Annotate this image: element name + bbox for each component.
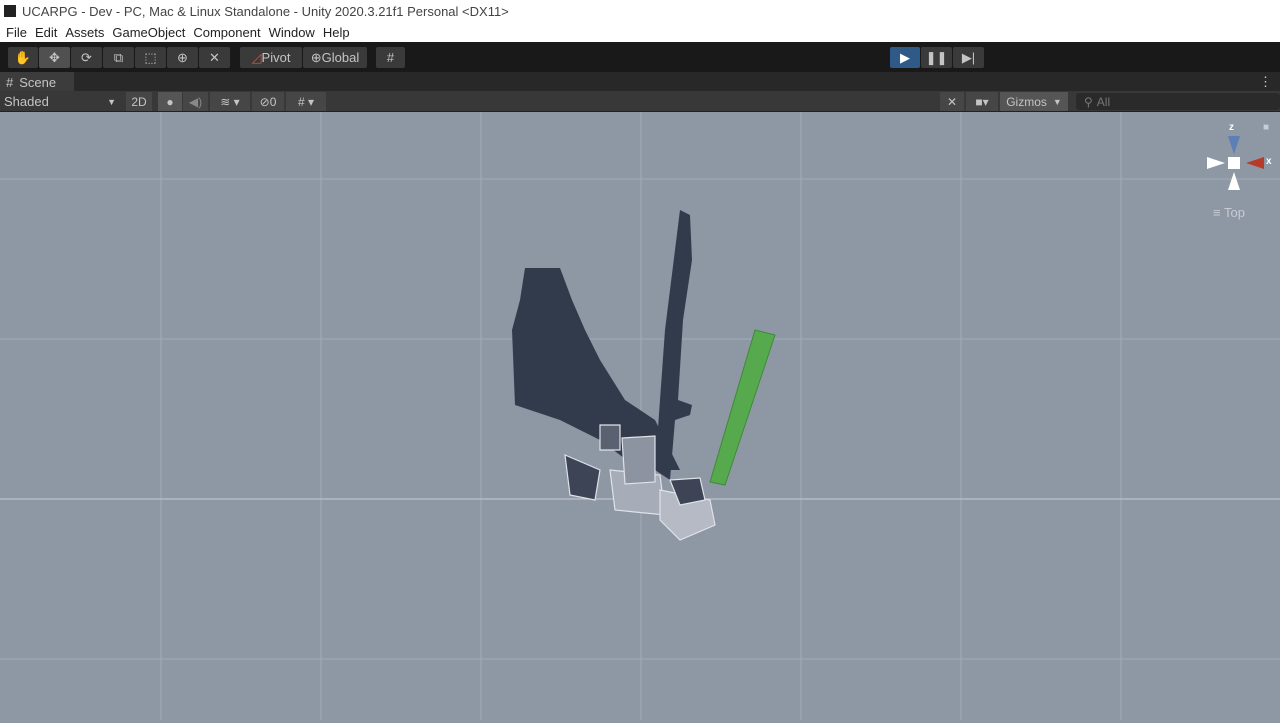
menu-edit[interactable]: Edit	[31, 25, 61, 40]
menu-file[interactable]: File	[2, 25, 31, 40]
eye-hidden-icon: ⊘	[259, 94, 270, 109]
scale-tool-button[interactable]: ⧉	[103, 47, 134, 68]
lightbulb-icon: ●	[166, 94, 174, 109]
character-mesh	[564, 424, 716, 541]
hidden-objects-toggle[interactable]: ⊘ 0	[252, 92, 284, 111]
scene-tab-label: Scene	[19, 74, 57, 90]
gizmo-x-label: x	[1266, 156, 1272, 167]
pause-button[interactable]: ❚❚	[921, 47, 952, 68]
lock-icon[interactable]: ■	[1263, 122, 1269, 133]
view-name: Top	[1223, 205, 1245, 220]
transform-icon: ⊕	[177, 49, 188, 65]
scene-canvas	[0, 112, 1280, 720]
transform-tool-button[interactable]: ⊕	[167, 47, 198, 68]
menu-component[interactable]: Component	[189, 25, 264, 40]
grid-icon: # ▾	[297, 94, 315, 109]
shading-dropdown[interactable]: Shaded ▼	[0, 92, 120, 111]
search-placeholder: All	[1096, 94, 1111, 109]
gizmo-z-label: z	[1229, 122, 1234, 133]
main-toolbar: ✋ ✥ ⟳ ⧉ ⬚ ⊕ ✕ ◿ Pivot ⊕ Global # ▶ ❚❚ ▶|	[0, 42, 1280, 72]
menu-help[interactable]: Help	[319, 25, 354, 40]
neg-z-cone[interactable]	[1228, 172, 1240, 190]
sword-blade	[709, 329, 776, 486]
effects-dropdown[interactable]: ≋ ▾	[210, 92, 250, 111]
step-icon: ▶|	[961, 49, 976, 65]
unity-logo-icon	[4, 5, 16, 17]
menu-gameobject[interactable]: GameObject	[108, 25, 189, 40]
menu-assets[interactable]: Assets	[61, 25, 108, 40]
play-icon: ▶	[900, 49, 910, 65]
view-label[interactable]: ≡ Top	[1213, 205, 1245, 220]
menu-bar: File Edit Assets GameObject Component Wi…	[0, 22, 1280, 42]
hand-icon: ✋	[14, 49, 32, 65]
pivot-button[interactable]: ◿ Pivot	[240, 47, 302, 68]
globe-icon: ⊕	[310, 49, 322, 65]
orientation-gizmo[interactable]: z ■ x ≡ Top	[1200, 120, 1280, 220]
z-axis-cone[interactable]	[1228, 136, 1240, 154]
scale-icon: ⧉	[113, 49, 124, 65]
rotate-icon: ⟳	[81, 49, 92, 65]
more-options-icon[interactable]: ⋮	[1259, 74, 1272, 90]
scene-toolbar: Shaded ▼ 2D ● ◀) ≋ ▾ ⊘ 0 # ▾ ✕ ■▾ Gizmos ▼ …	[0, 91, 1280, 112]
search-input[interactable]: ⚲ All	[1076, 93, 1280, 110]
move-tool-button[interactable]: ✥	[39, 47, 70, 68]
2d-toggle[interactable]: 2D	[126, 92, 152, 111]
chevron-down-icon: ▼	[1052, 96, 1062, 107]
title-bar: UCARPG - Dev - PC, Mac & Linux Standalon…	[0, 0, 1280, 22]
hidden-count: 0	[269, 94, 277, 109]
pause-icon: ❚❚	[925, 49, 948, 65]
tab-scene[interactable]: # Scene	[0, 72, 74, 92]
tools-icon: ✕	[946, 94, 958, 109]
pivot-icon: ◿	[251, 49, 262, 65]
global-button[interactable]: ⊕ Global	[303, 47, 367, 68]
search-icon: ⚲	[1084, 94, 1093, 109]
rect-icon: ⬚	[144, 49, 157, 65]
custom-tool-button[interactable]: ✕	[199, 47, 230, 68]
rect-tool-button[interactable]: ⬚	[135, 47, 166, 68]
rotate-tool-button[interactable]: ⟳	[71, 47, 102, 68]
move-icon: ✥	[49, 49, 60, 65]
camera-icon: ■▾	[975, 94, 989, 109]
audio-toggle[interactable]: ◀)	[183, 92, 208, 111]
speaker-icon: ◀)	[188, 94, 203, 109]
scene-view[interactable]: z ■ x ≡ Top	[0, 112, 1280, 720]
tab-bar: # Scene ⋮	[0, 72, 1280, 92]
snap-button[interactable]: #	[376, 47, 405, 68]
pivot-label: Pivot	[261, 50, 291, 65]
menu-window[interactable]: Window	[265, 25, 319, 40]
2d-label: 2D	[131, 94, 147, 109]
hand-tool-button[interactable]: ✋	[8, 47, 38, 68]
grid-icon: #	[6, 74, 14, 90]
grid-dropdown[interactable]: # ▾	[286, 92, 326, 111]
lighting-toggle[interactable]: ●	[158, 92, 182, 111]
effects-icon: ≋ ▾	[220, 94, 240, 109]
tools-button[interactable]: ✕	[940, 92, 964, 111]
grid-snap-icon: #	[386, 50, 395, 65]
step-button[interactable]: ▶|	[953, 47, 984, 68]
x-axis-cone[interactable]	[1246, 157, 1264, 169]
camera-dropdown[interactable]: ■▾	[966, 92, 998, 111]
tools-icon: ✕	[209, 49, 220, 65]
gizmos-dropdown[interactable]: Gizmos ▼	[1000, 92, 1068, 111]
global-label: Global	[321, 50, 360, 65]
gizmos-label: Gizmos	[1006, 94, 1047, 109]
window-title: UCARPG - Dev - PC, Mac & Linux Standalon…	[22, 3, 509, 19]
neg-x-cone[interactable]	[1207, 157, 1225, 169]
chevron-down-icon: ▼	[107, 96, 116, 107]
play-button[interactable]: ▶	[890, 47, 920, 68]
shading-label: Shaded	[4, 94, 49, 109]
center-cube[interactable]	[1228, 157, 1240, 169]
